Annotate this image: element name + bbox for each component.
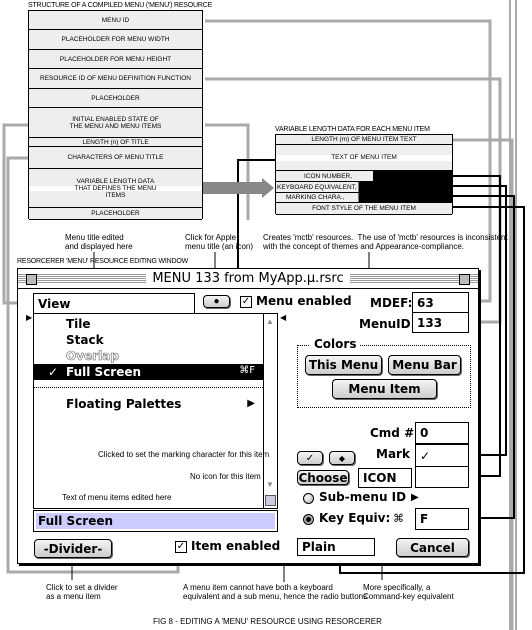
submenu-triangle-icon: ▶ [247,398,255,409]
menu-item-disabled[interactable]: Overlap [66,349,119,364]
annotation-divider: Click to set a divider as a menu item [46,583,118,601]
window-title: MENU 133 from MyApp.µ.rsrc [146,272,350,285]
apple-icon: ● [213,296,220,307]
choose-icon-button[interactable]: Choose [297,470,349,485]
submenu-radio[interactable] [303,493,314,504]
mdef-field[interactable]: 63 [412,292,469,313]
this-menu-color-button[interactable]: This Menu [305,355,382,375]
structure-row: PLACEHOLDER FOR MENU HEIGHT [29,50,202,69]
menu-item[interactable]: Stack [66,333,104,347]
structure-row: LENGTH (n) OF TITLE [29,138,202,147]
menu-item[interactable]: Floating Palettes [66,397,181,411]
item-enabled-label: Item enabled [191,539,281,553]
key-equiv-field[interactable]: F [415,508,469,530]
command-key-icon: ⌘ [393,513,404,525]
font-style-popup[interactable]: Plain [297,538,375,556]
annotation-apple: Click for Apple menu title (an icon) [185,233,254,251]
structure-row: RESOURCE ID OF MENU DEFINITION FUNCTION [29,69,202,89]
cancel-button[interactable]: Cancel [396,538,469,557]
diamond-button[interactable]: ◆ [329,451,355,465]
annotation-cmdkey: More specifically, a Command-key equival… [363,583,454,601]
mark-field[interactable]: ✓ [415,444,469,467]
annotation-title-edit: Menu title edited and displayed here [65,233,133,251]
item-structure-row: LENGTH (m) OF MENU ITEM TEXT [276,135,452,145]
icon-id-field[interactable]: ICON [358,468,412,488]
apple-menu-button[interactable]: ● [203,295,230,308]
item-structure-row: ICON NUMBER, [276,171,452,182]
checkmark-button[interactable]: ✓ [297,451,323,465]
menu-enabled-label: Menu enabled [256,294,352,308]
menu-item-structure-table: LENGTH (m) OF MENU ITEM TEXT TEXT OF MEN… [275,134,453,215]
menu-resource-structure-table: MENU ID PLACEHOLDER FOR MENU WIDTH PLACE… [28,10,203,220]
item-structure-title: VARIABLE LENGTH DATA FOR EACH MENU ITEM [275,126,430,133]
left-triangle-icon: ▶ [26,313,33,322]
structure-title: STRUCTURE OF A COMPILED MENU ('MENU') RE… [28,2,213,9]
scroll-up-icon[interactable]: ▲ [266,317,274,326]
mark-label: Mark [376,447,410,461]
menu-bar-color-button[interactable]: Menu Bar [388,355,461,375]
icon-field[interactable] [415,466,469,488]
scroll-down-icon[interactable]: ▼ [266,480,274,489]
structure-row: MENU ID [29,11,202,30]
menu-divider[interactable] [34,387,263,388]
key-equivalent: ⌘F [239,365,255,376]
annotation-radio: A menu item cannot have both a keyboard … [183,583,368,601]
checkmark-icon: ✓ [48,365,59,379]
item-enabled-checkbox[interactable]: ✓ [175,541,187,553]
annotation-mctb: Creates 'mctb' resources. The use of 'mc… [263,233,508,251]
item-structure-row: FONT STYLE OF THE MENU ITEM [276,203,452,215]
window-label: RESORCERER 'MENU' RESOURCE EDITING WINDO… [17,258,189,265]
close-box-icon[interactable] [26,274,37,285]
structure-row: PLACEHOLDER FOR MENU WIDTH [29,30,202,50]
menu-item-color-button[interactable]: Menu Item [332,379,437,399]
colors-label: Colors [310,337,361,351]
structure-row: INITIAL ENABLED STATE OF THE MENU AND ME… [29,108,202,138]
structure-row: PLACEHOLDER [29,208,202,220]
divider-button[interactable]: -Divider- [34,539,112,558]
annotation-no-icon: No icon for this item [190,472,261,481]
menu-item-label: Full Screen [66,365,142,379]
menuid-label: MenuID: [359,317,416,331]
menu-enabled-checkbox[interactable]: ✓ [240,296,252,308]
menu-title-field[interactable]: View [33,293,195,314]
submenu-label: Sub-menu ID [319,490,407,504]
submenu-triangle-icon: ▶ [411,492,419,503]
figure-caption: FIG 8 - EDITING A 'MENU' RESOURCE USING … [153,617,382,626]
scrollbar[interactable]: ▲ ▼ [263,313,278,509]
title-bar[interactable]: MENU 133 from MyApp.µ.rsrc [18,269,478,289]
structure-row: PLACEHOLDER [29,89,202,108]
grow-box-icon[interactable] [265,495,276,506]
item-text-field[interactable]: Full Screen [33,510,278,532]
menu-item[interactable]: Tile [66,317,91,331]
item-structure-row: KEYBOARD EQUIVALENT, [276,182,452,193]
cmd-number-field[interactable]: 0 [415,422,469,444]
annotation-item-text: Text of menu items edited here [62,493,172,502]
item-structure-row: TEXT OF MENU ITEM [276,145,452,171]
right-triangle-icon: ◀ [280,313,287,322]
menu-item-selected[interactable]: ✓ Full Screen ⌘F [34,364,263,380]
annotation-mark: Clicked to set the marking character for… [98,450,270,459]
item-structure-row: MARKING CHARA., [276,193,452,203]
zoom-box-icon[interactable] [459,274,470,285]
mdef-label: MDEF: [370,296,413,310]
menuid-field[interactable]: 133 [412,312,469,333]
structure-row: CHARACTERS OF MENU TITLE [29,147,202,169]
structure-row: VARIABLE LENGTH DATA THAT DEFINES THE ME… [29,169,202,208]
key-equiv-label: Key Equiv: [319,511,391,525]
key-equiv-radio[interactable] [303,514,314,525]
cmd-number-label: Cmd # [370,426,415,440]
